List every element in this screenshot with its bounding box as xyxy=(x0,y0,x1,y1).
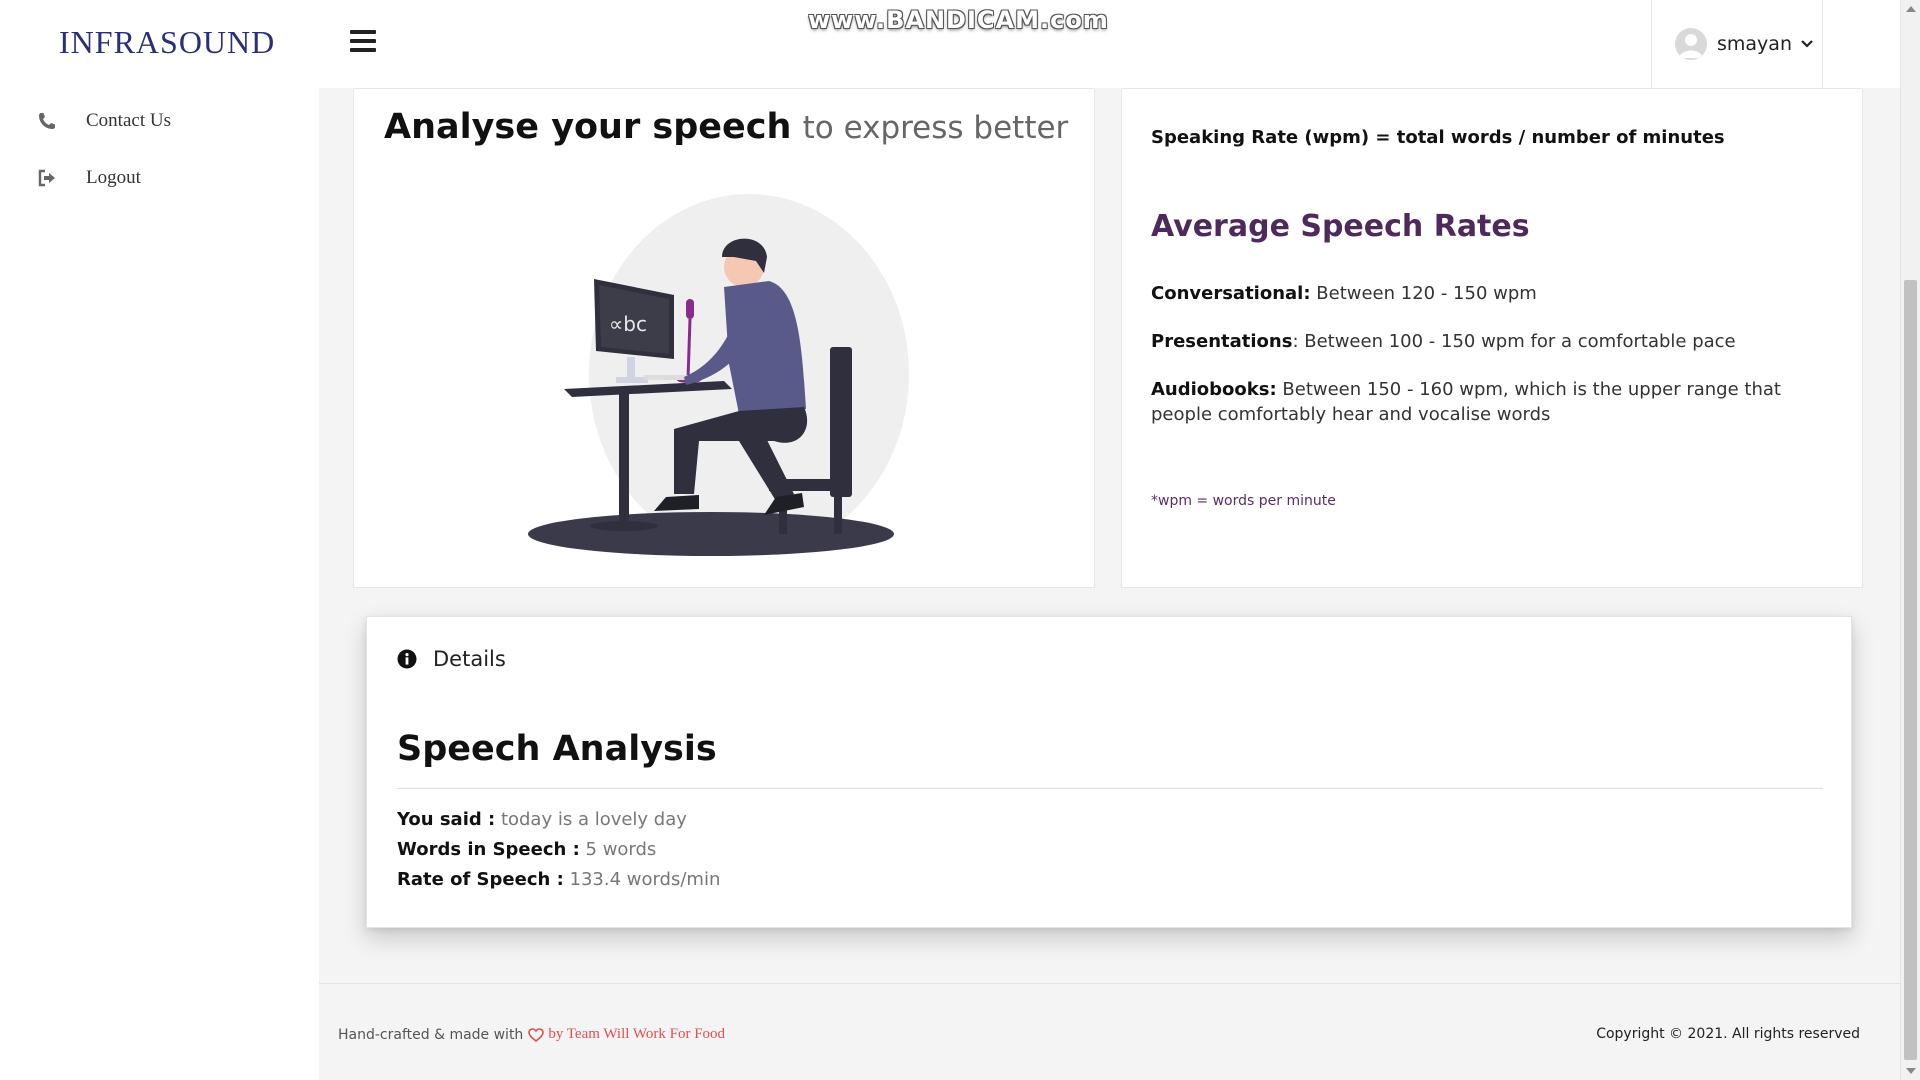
person-at-computer-illustration: ∝bc xyxy=(528,194,909,556)
brand-logo[interactable]: INFRASOUND xyxy=(59,24,275,61)
speaking-rate-formula: Speaking Rate (wpm) = total words / numb… xyxy=(1151,127,1725,148)
menu-toggle-icon[interactable] xyxy=(350,30,376,56)
speech-analysis-title: Speech Analysis xyxy=(397,729,717,769)
avatar-icon xyxy=(1675,28,1707,60)
hero-title-light: to express better xyxy=(802,110,1069,146)
average-speech-rates-title: Average Speech Rates xyxy=(1151,209,1530,244)
hero-title: Analyse your speech to express better xyxy=(384,107,1068,147)
rate-item-audiobooks: Audiobooks: Between 150 - 160 wpm, which… xyxy=(1151,377,1831,427)
phone-icon xyxy=(36,110,58,132)
team-link[interactable]: by Team Will Work For Food xyxy=(548,1026,725,1043)
result-value: 5 words xyxy=(579,839,657,860)
sidebar: Contact Us Logout xyxy=(0,88,319,1080)
copyright-text: Copyright © 2021. All rights reserved xyxy=(1596,1026,1860,1042)
result-you-said: You said : today is a lovely day xyxy=(397,809,687,830)
result-value: 133.4 words/min xyxy=(563,869,721,890)
main-content: Analyse your speech to express better ∝b… xyxy=(319,88,1900,1080)
wpm-footnote: *wpm = words per minute xyxy=(1151,493,1336,509)
details-card: Details Speech Analysis You said : today… xyxy=(366,616,1852,928)
hero-card: Analyse your speech to express better ∝b… xyxy=(353,88,1095,588)
footer-credit: Hand-crafted & made with by Team Will Wo… xyxy=(338,1026,725,1043)
sidebar-item-logout[interactable]: Logout xyxy=(36,167,141,189)
rate-value: Between 120 - 150 wpm xyxy=(1310,283,1537,304)
sidebar-item-label: Contact Us xyxy=(86,110,171,131)
rate-key: Audiobooks: xyxy=(1151,379,1277,400)
footer-text: Hand-crafted & made with xyxy=(338,1026,524,1043)
scrollbar-thumb[interactable] xyxy=(1904,280,1917,1060)
screen-text: ∝bc xyxy=(609,312,647,336)
top-bar: INFRASOUND www.BANDICAM.com smayan xyxy=(0,0,1900,88)
chevron-down-icon xyxy=(1801,40,1813,48)
sidebar-item-contact-us[interactable]: Contact Us xyxy=(36,110,171,132)
result-key: Words in Speech : xyxy=(397,839,580,860)
scroll-up-arrow-icon[interactable] xyxy=(1901,0,1920,18)
result-rate-of-speech: Rate of Speech : 133.4 words/min xyxy=(397,869,720,890)
details-label: Details xyxy=(433,647,506,671)
sidebar-item-label: Logout xyxy=(86,167,141,188)
result-value: today is a lovely day xyxy=(495,809,687,830)
speech-rates-card: Speaking Rate (wpm) = total words / numb… xyxy=(1121,88,1863,588)
rate-key: Presentations xyxy=(1151,331,1293,352)
sign-out-icon xyxy=(36,167,58,189)
rate-item-presentations: Presentations: Between 100 - 150 wpm for… xyxy=(1151,329,1831,354)
footer-divider xyxy=(319,983,1900,984)
username-label: smayan xyxy=(1717,33,1792,55)
recording-watermark: www.BANDICAM.com xyxy=(808,6,1109,34)
rate-key: Conversational: xyxy=(1151,283,1311,304)
user-menu-button[interactable]: smayan xyxy=(1651,0,1823,88)
result-words-in-speech: Words in Speech : 5 words xyxy=(397,839,656,860)
rate-value: : Between 100 - 150 wpm for a comfortabl… xyxy=(1292,331,1736,352)
info-circle-icon xyxy=(397,649,417,669)
result-key: Rate of Speech : xyxy=(397,869,564,890)
rate-item-conversational: Conversational: Between 120 - 150 wpm xyxy=(1151,281,1831,306)
scroll-down-arrow-icon[interactable] xyxy=(1901,1062,1920,1080)
result-key: You said : xyxy=(397,809,496,830)
vertical-scrollbar[interactable] xyxy=(1900,0,1920,1080)
hero-title-bold: Analyse your speech xyxy=(384,107,792,147)
divider xyxy=(397,788,1823,789)
details-header: Details xyxy=(397,647,506,671)
heart-icon xyxy=(528,1027,545,1042)
